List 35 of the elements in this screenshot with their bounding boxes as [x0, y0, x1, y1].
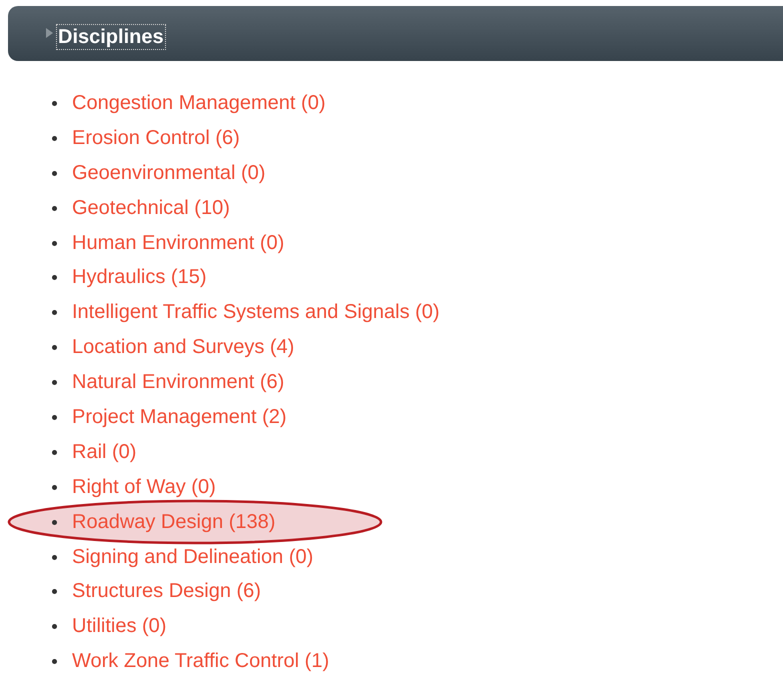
discipline-link[interactable]: Congestion Management (0) — [72, 92, 326, 115]
discipline-link[interactable]: Human Environment (0) — [72, 232, 284, 254]
bullet-icon — [52, 100, 57, 106]
bullet-icon — [52, 589, 57, 594]
discipline-link[interactable]: Signing and Delineation (0) — [72, 546, 314, 569]
discipline-link[interactable]: Utilities (0) — [72, 615, 166, 638]
panel-title[interactable]: Disciplines — [56, 24, 166, 50]
discipline-link[interactable]: Right of Way (0) — [72, 476, 216, 499]
bullet-icon — [52, 206, 57, 211]
bullet-icon — [52, 136, 57, 141]
bullet-icon — [52, 170, 57, 176]
discipline-link[interactable]: Erosion Control (6) — [72, 126, 240, 150]
bullet-icon — [52, 450, 57, 455]
bullet-icon — [52, 310, 57, 316]
bullet-icon — [52, 380, 57, 386]
panel-header[interactable]: Disciplines — [8, 6, 783, 61]
bullet-icon — [52, 240, 57, 246]
discipline-link[interactable]: Hydraulics (15) — [72, 266, 206, 290]
bullet-icon — [52, 275, 57, 280]
discipline-link[interactable]: Geoenvironmental (0) — [72, 162, 266, 185]
bullet-icon — [52, 345, 57, 350]
bullet-icon — [52, 520, 57, 525]
bullet-icon — [52, 624, 57, 630]
discipline-link[interactable]: Location and Surveys (4) — [72, 336, 294, 360]
discipline-link[interactable]: Intelligent Traffic Systems and Signals (0) — [72, 301, 440, 324]
bullet-icon — [52, 659, 57, 664]
discipline-link[interactable]: Structures Design (6) — [72, 580, 261, 604]
bullet-icon — [52, 414, 57, 420]
discipline-link[interactable]: Project Management (2) — [72, 406, 287, 429]
bullet-icon — [52, 484, 57, 490]
bullet-icon — [52, 554, 57, 560]
discipline-link[interactable]: Geotechnical (10) — [72, 196, 230, 220]
discipline-link[interactable]: Natural Environment (6) — [72, 371, 284, 394]
discipline-link[interactable]: Rail (0) — [72, 440, 136, 464]
discipline-link[interactable]: Work Zone Traffic Control (1) — [72, 650, 330, 673]
